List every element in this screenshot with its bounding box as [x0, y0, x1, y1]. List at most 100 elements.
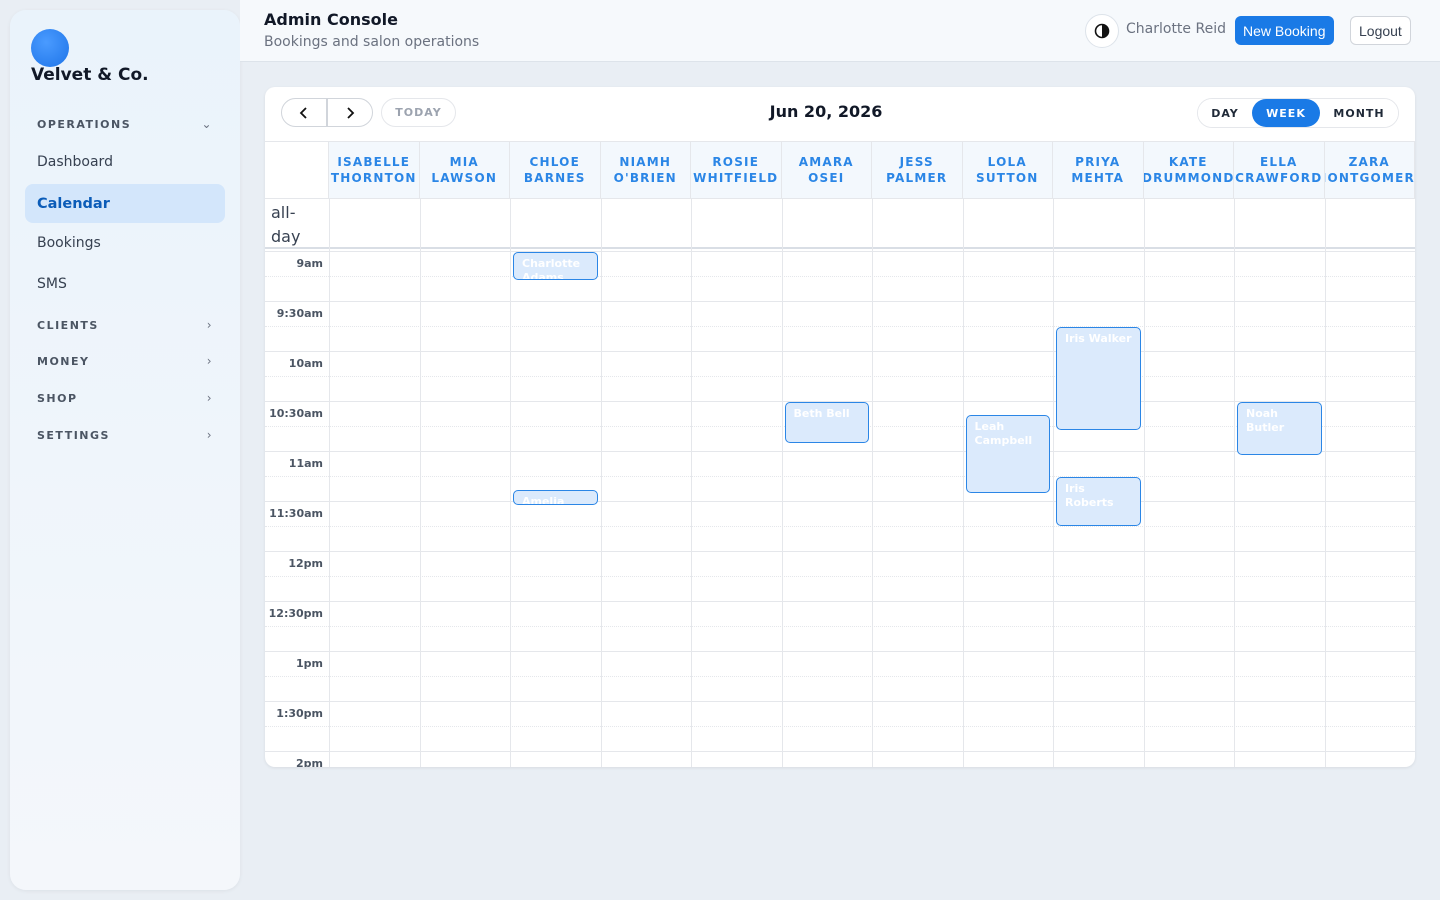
chevron-right-icon: ›: [206, 318, 213, 332]
new-booking-button[interactable]: New Booking: [1235, 16, 1334, 45]
time-label: 9:30am: [276, 307, 323, 320]
slot-line: [265, 601, 1415, 602]
slot-line: [265, 351, 1415, 352]
column-divider: [1324, 199, 1326, 767]
column-divider: [510, 199, 511, 767]
column-divider: [872, 199, 873, 767]
booking-client-name: Noah Butler: [1246, 407, 1285, 434]
booking-client-name: Iris Walker: [1065, 332, 1132, 345]
time-label: 11am: [288, 457, 323, 470]
top-bar: Admin Console Bookings and salon operati…: [240, 0, 1440, 62]
resource-header: ISABELLE THORNTON: [329, 141, 420, 199]
column-divider: [1053, 199, 1054, 767]
calendar-card: TODAY Jun 20, 2026 DAY WEEK MONTH all-da…: [265, 87, 1415, 767]
column-divider: [329, 199, 330, 767]
column-divider: [600, 199, 602, 767]
sidebar-item-dashboard[interactable]: Dashboard: [25, 142, 225, 181]
calendar-toolbar: TODAY Jun 20, 2026 DAY WEEK MONTH: [265, 87, 1415, 141]
sidebar-item-label: Dashboard: [37, 153, 113, 170]
sidebar-item-label: Calendar: [37, 195, 110, 212]
sidebar-item-bookings[interactable]: Bookings: [25, 223, 225, 262]
booking-event[interactable]: Beth Bell: [784, 402, 869, 443]
slot-line: [265, 701, 1415, 702]
slot-line: [265, 676, 1415, 677]
slot-line: [265, 326, 1415, 327]
resource-header: ELLA CRAWFORD: [1234, 141, 1325, 199]
grid-corner: [265, 141, 329, 199]
nav-section-shop[interactable]: SHOP ›: [25, 383, 225, 413]
resource-header: KATE DRUMMOND: [1143, 141, 1234, 199]
booking-event[interactable]: Iris Walker: [1056, 327, 1141, 431]
slot-line: [265, 476, 1415, 477]
slot-line: [265, 526, 1415, 527]
sidebar-item-calendar[interactable]: Calendar: [25, 184, 225, 223]
time-label: 1:30pm: [276, 707, 323, 720]
column-divider: [1234, 199, 1235, 767]
slot-line: [265, 751, 1415, 752]
slot-line: [265, 726, 1415, 727]
booking-client-name: Beth Bell: [793, 407, 850, 420]
view-week-button[interactable]: WEEK: [1252, 99, 1320, 127]
booking-client-name: Charlotte Adams: [522, 257, 581, 281]
column-divider: [781, 199, 783, 767]
allday-label: all-day: [271, 203, 301, 246]
time-label: 10am: [288, 357, 323, 370]
slot-line: [265, 576, 1415, 577]
slot-line: [265, 651, 1415, 652]
time-label: 12pm: [288, 557, 323, 570]
nav-section-operations[interactable]: OPERATIONS ⌄: [25, 109, 225, 139]
slot-line: [265, 251, 1415, 252]
nav-section-label: SETTINGS: [37, 428, 110, 442]
booking-event[interactable]: Noah Butler: [1237, 402, 1322, 456]
nav-section-money[interactable]: MONEY ›: [25, 346, 225, 376]
logout-button[interactable]: Logout: [1350, 16, 1411, 45]
booking-event[interactable]: Iris Roberts: [1056, 477, 1141, 526]
page-title: Admin Console: [264, 10, 398, 29]
calendar-grid: all-day ISABELLE THORNTON MIA LAWSON CHLOE BA…: [265, 141, 1415, 767]
sidebar-item-label: SMS: [37, 275, 67, 292]
brand-name: Velvet & Co.: [31, 65, 149, 85]
chevron-right-icon: ›: [206, 391, 213, 405]
slot-line: [265, 551, 1415, 552]
nav-section-clients[interactable]: CLIENTS ›: [25, 310, 225, 340]
nav-section-label: OPERATIONS: [37, 117, 132, 131]
time-label: 11:30am: [269, 507, 323, 520]
slot-line: [265, 501, 1415, 502]
booking-event[interactable]: Amelia Jackson: [513, 489, 598, 506]
slot-line: [265, 626, 1415, 627]
page-subtitle: Bookings and salon operations: [264, 34, 480, 50]
time-label: 9am: [296, 257, 323, 270]
resource-header: AMARA OSEI: [781, 141, 872, 199]
booking-client-name: Iris Roberts: [1065, 482, 1114, 509]
resource-header: PRIYA MEHTA: [1053, 141, 1144, 199]
sidebar-item-sms[interactable]: SMS: [25, 264, 225, 303]
resource-header: LOLA SUTTON: [962, 141, 1053, 199]
slot-line: [265, 276, 1415, 277]
time-label: 12:30pm: [268, 607, 323, 620]
booking-event[interactable]: Charlotte Adams: [513, 252, 598, 281]
time-label: 10:30am: [269, 407, 323, 420]
resource-header: ZARAMONTGOMERY: [1324, 141, 1415, 199]
user-name: Charlotte Reid: [1126, 21, 1226, 37]
view-day-button[interactable]: DAY: [1198, 99, 1252, 127]
theme-toggle-button[interactable]: [1085, 14, 1119, 48]
column-divider: [962, 199, 964, 767]
booking-event[interactable]: Leah Campbell: [965, 414, 1050, 493]
nav-section-label: MONEY: [37, 354, 90, 368]
slot-line: [265, 376, 1415, 377]
chevron-right-icon: ›: [206, 428, 213, 442]
sidebar: Velvet & Co. OPERATIONS ⌄ Dashboard Cale…: [10, 10, 240, 890]
resource-header: JESS PALMER: [872, 141, 963, 199]
resource-header: CHLOE BARNES: [510, 141, 601, 199]
resource-header: MIA LAWSON: [419, 141, 510, 199]
resource-header: NIAMH O'BRIEN: [600, 141, 691, 199]
resource-header: ROSIE WHITFIELD: [691, 141, 782, 199]
slot-line: [265, 301, 1415, 302]
view-switcher: DAY WEEK MONTH: [1197, 98, 1399, 128]
contrast-icon: [1094, 23, 1110, 39]
column-divider: [1143, 199, 1145, 767]
sidebar-item-label: Bookings: [37, 234, 101, 251]
view-month-button[interactable]: MONTH: [1320, 99, 1398, 127]
nav-section-settings[interactable]: SETTINGS ›: [25, 420, 225, 450]
chevron-right-icon: ›: [206, 354, 213, 368]
